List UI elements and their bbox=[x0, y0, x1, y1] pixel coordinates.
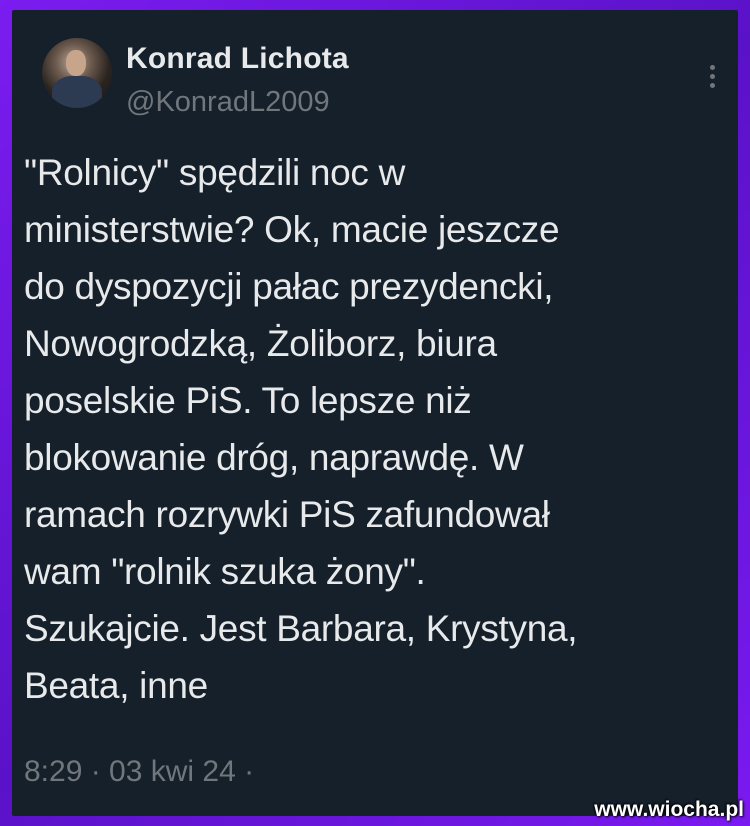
tweet-line: wam "rolnik szuka żony". bbox=[24, 551, 426, 592]
tweet-line: Nowogrodzką, Żoliborz, biura bbox=[24, 323, 497, 364]
tweet-card: Konrad Lichota @KonradL2009 "Rolnicy" sp… bbox=[12, 10, 738, 816]
site-watermark: www.wiocha.pl bbox=[594, 798, 744, 821]
tweet-line: do dyspozycji pałac prezydencki, bbox=[24, 266, 554, 307]
avatar-body bbox=[52, 76, 102, 108]
tweet-line: ramach rozrywki PiS zafundował bbox=[24, 494, 550, 535]
tweet-text: "Rolnicy" spędzili noc w ministerstwie? … bbox=[24, 144, 724, 714]
avatar-face bbox=[66, 50, 86, 76]
user-avatar[interactable] bbox=[42, 38, 112, 108]
author-handle[interactable]: @KonradL2009 bbox=[126, 86, 330, 119]
tweet-line: Beata, inne bbox=[24, 665, 208, 706]
tweet-line: blokowanie dróg, naprawdę. W bbox=[24, 437, 524, 478]
tweet-line: poselskie PiS. To lepsze niż bbox=[24, 380, 472, 421]
author-display-name[interactable]: Konrad Lichota bbox=[126, 42, 349, 76]
tweet-timestamp[interactable]: 8:29 · 03 kwi 24 · bbox=[24, 755, 254, 789]
more-options-icon[interactable] bbox=[708, 65, 716, 95]
tweet-line: ministerstwie? Ok, macie jeszcze bbox=[24, 209, 560, 250]
tweet-line: Szukajcie. Jest Barbara, Krystyna, bbox=[24, 608, 578, 649]
tweet-line: "Rolnicy" spędzili noc w bbox=[24, 152, 405, 193]
